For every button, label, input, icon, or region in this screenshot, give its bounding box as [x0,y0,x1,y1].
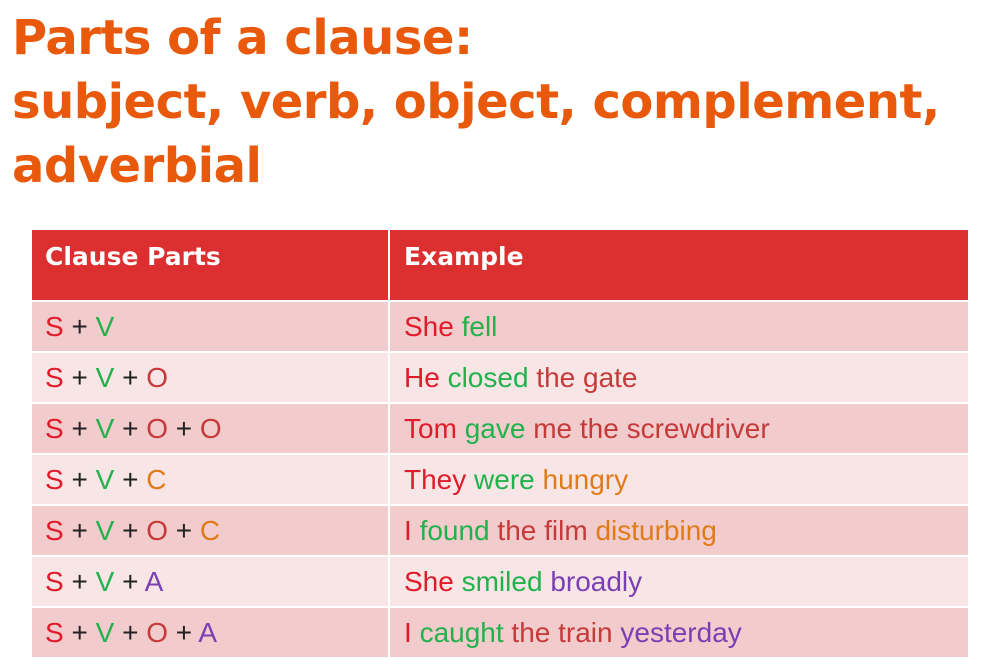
example-word: hungry [542,463,629,495]
title-line-1: Parts of a clause: [12,10,473,66]
clause-parts-cell: S + V + O + A [32,607,390,659]
clause-parts-cell: S + V + A [32,556,390,608]
table-header-row: Clause Parts Example [32,230,968,302]
clause-part-token: V [95,412,115,444]
clause-part-token: S [45,361,64,393]
example-word: They [404,463,475,495]
clause-part-token: + [114,565,145,597]
example-word: the film [497,514,596,546]
example-word: fell [461,310,498,342]
table-row: S + V + O He closed the gate [32,352,968,404]
title-line-2: subject, verb, object, complement, [12,74,940,130]
clause-part-token: O [146,412,168,444]
clause-part-token: + [114,463,147,495]
clause-part-token: V [95,310,115,342]
example-word: yesterday [620,616,742,648]
clause-part-token: + [114,412,147,444]
clause-part-token: O [199,412,222,444]
example-cell: She fell [389,301,968,353]
clause-part-token: + [63,565,96,597]
example-word: the gate [536,361,638,393]
example-word: smiled [461,565,551,597]
clause-part-token: + [63,514,96,546]
example-word: She [404,565,462,597]
example-word: I [404,514,420,546]
example-cell: I caught the train yesterday [389,607,968,659]
example-cell: She smiled broadly [389,556,968,608]
clause-part-token: O [146,616,168,648]
header-example: Example [389,230,968,302]
clause-part-token: C [146,463,167,495]
example-word: the train [511,616,621,648]
clause-part-token: + [168,514,200,546]
example-word: I [404,616,420,648]
table-row: S + V + O + O Tom gave me the screwdriver [32,403,968,455]
clause-part-token: S [45,565,64,597]
example-word: broadly [550,565,643,597]
example-word: closed [447,361,537,393]
clause-part-token: V [95,463,115,495]
table-row: S + V + O + CI found the film disturbing [32,505,968,557]
table-body: S + V She fell S + V + O He closed the gate… [32,301,968,659]
title-line-3: adverbial [12,138,262,194]
table-row: S + V + C They were hungry [32,454,968,506]
clause-part-token: V [95,361,115,393]
clause-part-token: V [95,616,115,648]
page-title: Parts of a clause: subject, verb, object… [12,6,982,198]
example-word: found [419,514,498,546]
clause-part-token: O [146,361,168,393]
clause-part-token: + [63,361,96,393]
clause-part-token: V [95,514,115,546]
clause-part-token: + [168,616,199,648]
example-word: me the screwdriver [533,412,770,444]
example-word: gave [464,412,534,444]
table-row: S + V She fell [32,301,968,353]
clause-part-token: A [198,616,218,648]
clause-part-token: C [199,514,221,546]
clause-part-token: A [144,565,164,597]
example-cell: He closed the gate [389,352,968,404]
clause-part-token: + [168,412,200,444]
clause-part-token: V [95,565,115,597]
example-word: were [474,463,543,495]
example-word: caught [419,616,512,648]
clause-part-token: + [63,412,96,444]
clause-part-token: S [45,310,64,342]
clause-part-token: + [63,616,96,648]
clause-parts-cell: S + V + C [32,454,390,506]
clause-part-token: S [45,463,64,495]
table-row: S + V + O + AI caught the train yesterda… [32,607,968,659]
clause-part-token: S [45,514,64,546]
clause-parts-table: Clause Parts Example S + V She fell S + V … [32,230,968,659]
example-word: He [404,361,448,393]
table-row: S + V + A She smiled broadly [32,556,968,608]
clause-part-token: + [63,463,96,495]
clause-part-token: S [45,616,64,648]
clause-parts-cell: S + V + O [32,352,390,404]
clause-part-token: + [114,361,147,393]
header-clause-parts: Clause Parts [32,230,390,302]
clause-parts-cell: S + V + O + C [32,505,390,557]
example-cell: I found the film disturbing [389,505,968,557]
clause-part-token: S [45,412,64,444]
example-word: disturbing [595,514,717,546]
clause-part-token: + [114,616,147,648]
example-word: Tom [404,412,465,444]
clause-parts-cell: S + V [32,301,390,353]
clause-part-token: O [146,514,168,546]
clause-part-token: + [114,514,147,546]
clause-part-token: + [63,310,96,342]
clause-parts-cell: S + V + O + O [32,403,390,455]
example-cell: They were hungry [389,454,968,506]
example-cell: Tom gave me the screwdriver [389,403,968,455]
example-word: She [404,310,462,342]
